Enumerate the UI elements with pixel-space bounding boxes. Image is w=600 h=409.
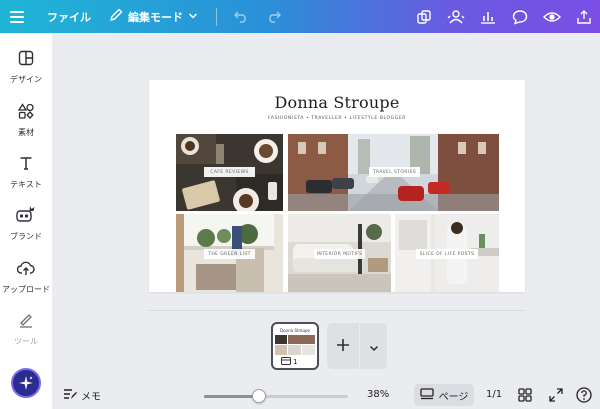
left-sidebar: デザイン 素材 テキスト ブランド アップロード ツール [0, 33, 52, 409]
sidebar-item-brand[interactable]: ブランド [0, 205, 52, 242]
pages-view-icon [419, 387, 434, 403]
design-subtitle[interactable]: FASHIONISTA • TRAVELLER • LIFESTYLE BLOG… [149, 116, 525, 121]
page-number: 1 [293, 357, 298, 366]
edit-mode-dropdown[interactable]: 編集モード [101, 8, 206, 25]
brand-icon [15, 205, 37, 227]
zoom-slider-handle[interactable] [252, 389, 266, 403]
redo-icon[interactable] [257, 0, 289, 33]
sidebar-item-design[interactable]: デザイン [0, 50, 52, 85]
help-icon[interactable] [575, 386, 593, 404]
thumbnail-preview [275, 335, 315, 355]
design-icon [18, 50, 34, 70]
tile-caption[interactable]: THE GREEN LIST [204, 249, 255, 259]
top-toolbar: ファイル 編集モード [0, 0, 600, 33]
page-count: 1/1 [486, 389, 503, 400]
page-thumbnail[interactable]: Donna Stroupe 1 [271, 322, 319, 370]
share-icon[interactable] [568, 0, 600, 33]
notes-icon [63, 388, 77, 403]
pages-view-label: ページ [438, 391, 469, 403]
sidebar-item-label: ブランド [10, 232, 42, 241]
sidebar-item-label: テキスト [10, 180, 42, 189]
sidebar-item-label: アップロード [2, 285, 50, 294]
preview-icon[interactable] [536, 0, 568, 33]
sidebar-item-upload[interactable]: アップロード [0, 260, 52, 295]
design-canvas[interactable]: Donna Stroupe FASHIONISTA • TRAVELLER • … [149, 80, 525, 292]
duplicate-icon[interactable] [408, 0, 440, 33]
thumbnail-title: Donna Stroupe [280, 328, 310, 333]
sidebar-item-elements[interactable]: 素材 [0, 103, 52, 138]
toolbar-divider [216, 7, 217, 26]
magic-sparkle-icon[interactable] [11, 368, 41, 398]
add-page-button[interactable] [327, 323, 359, 369]
grid-view-icon[interactable] [516, 386, 534, 404]
tile-caption[interactable]: SLICE OF LIFE POSTS [416, 249, 478, 259]
zoom-percentage[interactable]: 38% [367, 389, 389, 400]
page-icon [281, 356, 291, 367]
zoom-slider-fill [204, 395, 259, 398]
sidebar-item-label: ツール [14, 337, 38, 346]
page-strip-divider [149, 310, 525, 311]
design-title[interactable]: Donna Stroupe [149, 93, 525, 112]
edit-mode-label: 編集モード [128, 10, 183, 24]
page-number-badge: 1 [281, 356, 298, 367]
upload-icon [16, 260, 35, 280]
notes-label: メモ [81, 392, 101, 403]
elements-icon [17, 103, 34, 123]
notes-button[interactable]: メモ [63, 388, 101, 403]
sidebar-item-label: 素材 [18, 128, 34, 137]
tile-caption[interactable]: TRAVEL STORIES [369, 167, 420, 177]
pages-view-button[interactable]: ページ [414, 384, 474, 406]
chevron-down-icon [369, 337, 379, 356]
chevron-down-icon [188, 10, 198, 23]
sidebar-item-text[interactable]: テキスト [0, 155, 52, 190]
fullscreen-icon[interactable] [547, 386, 565, 404]
insights-icon[interactable] [472, 0, 504, 33]
file-menu-button[interactable]: ファイル [33, 9, 101, 25]
sidebar-item-tools[interactable]: ツール [0, 312, 52, 347]
add-page-options-button[interactable] [360, 323, 387, 369]
sidebar-item-label: デザイン [10, 75, 42, 84]
tile-caption[interactable]: INTERIOR MOTIFS [314, 249, 365, 259]
comment-icon[interactable] [504, 0, 536, 33]
tools-icon [18, 312, 34, 332]
hamburger-icon[interactable] [0, 0, 33, 33]
text-icon [18, 155, 34, 175]
zoom-slider[interactable] [204, 389, 348, 403]
tile-caption[interactable]: CAFE REVIEWS [204, 167, 255, 177]
collaborate-icon[interactable] [440, 0, 472, 33]
undo-icon[interactable] [225, 0, 257, 33]
pencil-icon [109, 8, 123, 25]
plus-icon [336, 337, 350, 356]
